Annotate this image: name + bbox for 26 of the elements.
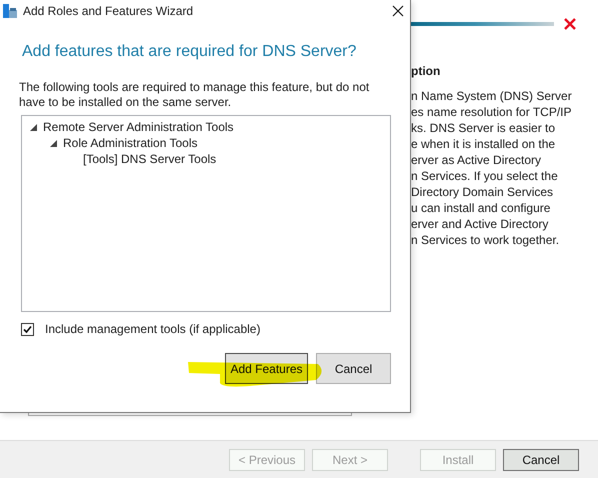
description-line: e when it is installed on the <box>411 136 556 152</box>
close-icon[interactable] <box>392 5 404 17</box>
error-icon <box>563 17 577 31</box>
description-line: erver and Active Directory <box>411 216 550 232</box>
description-line: n Services to work together. <box>411 232 560 248</box>
checkbox-label: Include management tools (if applicable) <box>45 322 260 336</box>
cancel-button[interactable]: Cancel <box>316 353 391 384</box>
description-line: n Services. If you select the <box>411 168 559 184</box>
window-title: Add Roles and Features Wizard <box>23 4 194 18</box>
description-line: n Name System (DNS) Server <box>411 88 573 104</box>
description-line: ks. DNS Server is easier to <box>411 120 556 136</box>
expanded-triangle-icon[interactable] <box>50 140 57 146</box>
tree-item[interactable]: Remote Server Administration Tools <box>43 120 234 134</box>
dialog-heading: Add features that are required for DNS Server? <box>22 43 358 61</box>
wizard-button[interactable]: Cancel <box>503 448 579 470</box>
app-icon <box>2 3 18 19</box>
checkbox[interactable] <box>21 322 34 336</box>
description-line: Directory Domain Services <box>411 184 554 200</box>
expanded-triangle-icon[interactable] <box>30 124 37 130</box>
description-line: u can install and configure <box>411 200 552 216</box>
description-line: erver as Active Directory <box>411 152 542 168</box>
description-line: es name resolution for TCP/IP <box>411 104 573 120</box>
tree-item[interactable]: Role Administration Tools <box>63 136 198 150</box>
description-text: The following tools are required to manage this feature, but do not have to be installed on the same server. <box>19 80 370 110</box>
section-heading: ption <box>411 64 442 78</box>
tree-item[interactable]: [Tools] DNS Server Tools <box>83 152 216 166</box>
